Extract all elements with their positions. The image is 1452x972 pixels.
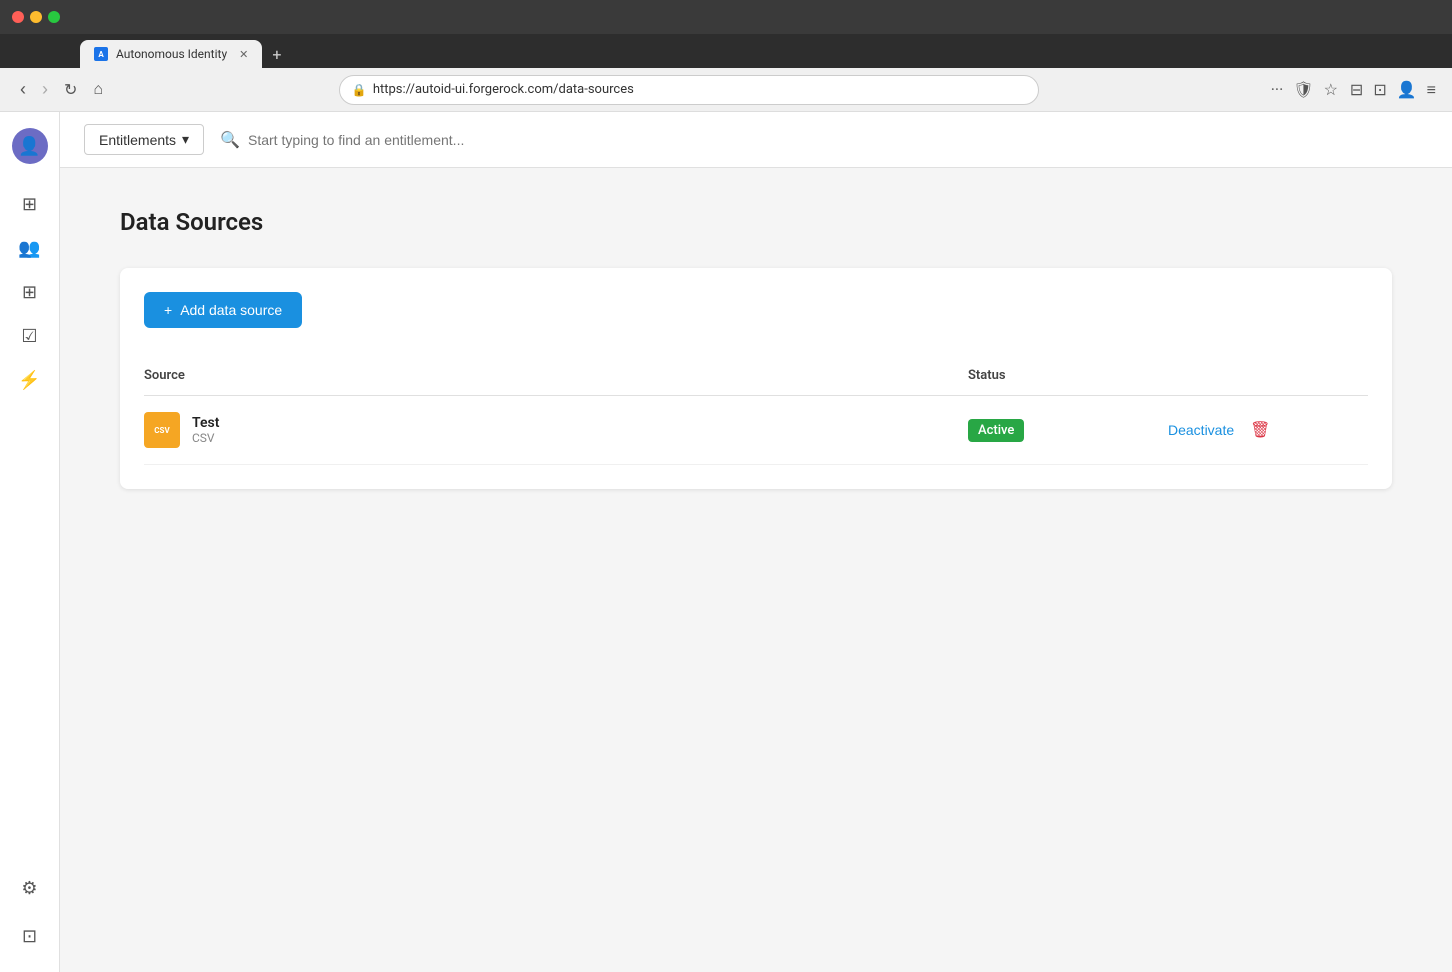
url-bar[interactable]: 🔒 https://autoid-ui.forgerock.com/data-s…: [339, 75, 1039, 105]
search-input[interactable]: [248, 132, 720, 148]
more-icon[interactable]: ···: [1271, 80, 1284, 99]
status-cell: Active: [968, 419, 1168, 442]
menu-icon[interactable]: ≡: [1427, 80, 1436, 100]
url-text: https://autoid-ui.forgerock.com/data-sou…: [373, 82, 634, 97]
title-bar: [0, 0, 1452, 34]
maximize-button[interactable]: [48, 11, 60, 23]
sidebar-item-layout[interactable]: ⊡: [10, 916, 50, 956]
add-data-source-button[interactable]: + Add data source: [144, 292, 302, 328]
sidebar-item-tasks[interactable]: ☑: [10, 316, 50, 356]
sidebar-item-grid[interactable]: ⊞: [10, 272, 50, 312]
deactivate-button[interactable]: Deactivate: [1168, 422, 1234, 438]
csv-file-icon: CSV: [144, 412, 180, 448]
sidebar-item-users[interactable]: 👥: [10, 228, 50, 268]
delete-button[interactable]: 🗑: [1250, 420, 1270, 440]
source-name: Test: [192, 415, 219, 431]
status-column-header: Status: [968, 368, 1168, 383]
back-button[interactable]: ‹: [16, 75, 30, 104]
actions-column-header: [1168, 368, 1368, 383]
source-type: CSV: [192, 431, 219, 445]
sidebar-item-tools[interactable]: ⚡: [10, 360, 50, 400]
page-content: Data Sources + Add data source Source St…: [60, 168, 1452, 972]
close-button[interactable]: [12, 11, 24, 23]
main-content: Entitlements ▾ 🔍 Data Sources + Add data…: [60, 112, 1452, 972]
reload-button[interactable]: ↻: [60, 76, 81, 104]
source-cell: CSV Test CSV: [144, 412, 968, 448]
browser-chrome: A Autonomous Identity ✕ + ‹ › ↻ ⌂ 🔒 http…: [0, 0, 1452, 112]
tab-close-icon[interactable]: ✕: [239, 48, 248, 61]
bookmarks-icon[interactable]: ⊟: [1350, 80, 1363, 99]
browser-actions: ··· 🛡 ☆: [1271, 80, 1338, 99]
minimize-button[interactable]: [30, 11, 42, 23]
sidepanel-icon[interactable]: ⊡: [1373, 80, 1386, 99]
home-button[interactable]: ⌂: [89, 77, 107, 103]
avatar[interactable]: 👤: [12, 128, 48, 164]
security-icon: 🔒: [352, 83, 367, 97]
address-bar: ‹ › ↻ ⌂ 🔒 https://autoid-ui.forgerock.co…: [0, 68, 1452, 112]
data-sources-card: + Add data source Source Status CSV: [120, 268, 1392, 489]
source-info: Test CSV: [192, 415, 219, 445]
sidebar-item-dashboard[interactable]: ⊞: [10, 184, 50, 224]
page-title: Data Sources: [120, 208, 1392, 236]
entitlements-dropdown[interactable]: Entitlements ▾: [84, 124, 204, 155]
add-data-source-label: Add data source: [180, 302, 282, 318]
tab-title: Autonomous Identity: [116, 47, 227, 61]
source-column-header: Source: [144, 368, 968, 383]
table-row: CSV Test CSV Active Deactivate: [144, 396, 1368, 465]
traffic-lights: [12, 11, 60, 23]
tab-bar: A Autonomous Identity ✕ +: [0, 34, 1452, 68]
app-layout: 👤 ⊞ 👥 ⊞ ☑ ⚡ ⚙ ⊡ Entitlements ▾ 🔍 Data So…: [0, 112, 1452, 972]
status-badge: Active: [968, 419, 1024, 442]
browser-right-actions: ⊟ ⊡ 👤 ≡: [1350, 80, 1436, 100]
tab-favicon: A: [94, 47, 108, 61]
shield-icon[interactable]: 🛡: [1293, 80, 1313, 99]
profile-icon[interactable]: 👤: [1397, 80, 1417, 99]
forward-button[interactable]: ›: [38, 75, 52, 104]
table-header: Source Status: [144, 360, 1368, 396]
bookmark-icon[interactable]: ☆: [1324, 80, 1338, 99]
sidebar: 👤 ⊞ 👥 ⊞ ☑ ⚡ ⚙ ⊡: [0, 112, 60, 972]
dropdown-arrow-icon: ▾: [182, 131, 189, 148]
actions-cell: Deactivate 🗑: [1168, 420, 1368, 440]
search-icon: 🔍: [220, 130, 240, 149]
entitlements-label: Entitlements: [99, 132, 176, 148]
top-nav: Entitlements ▾ 🔍: [60, 112, 1452, 168]
plus-icon: +: [164, 302, 172, 318]
active-tab[interactable]: A Autonomous Identity ✕: [80, 40, 262, 68]
new-tab-button[interactable]: +: [262, 40, 291, 68]
search-bar: 🔍: [220, 130, 720, 149]
sidebar-item-settings[interactable]: ⚙: [10, 868, 50, 908]
